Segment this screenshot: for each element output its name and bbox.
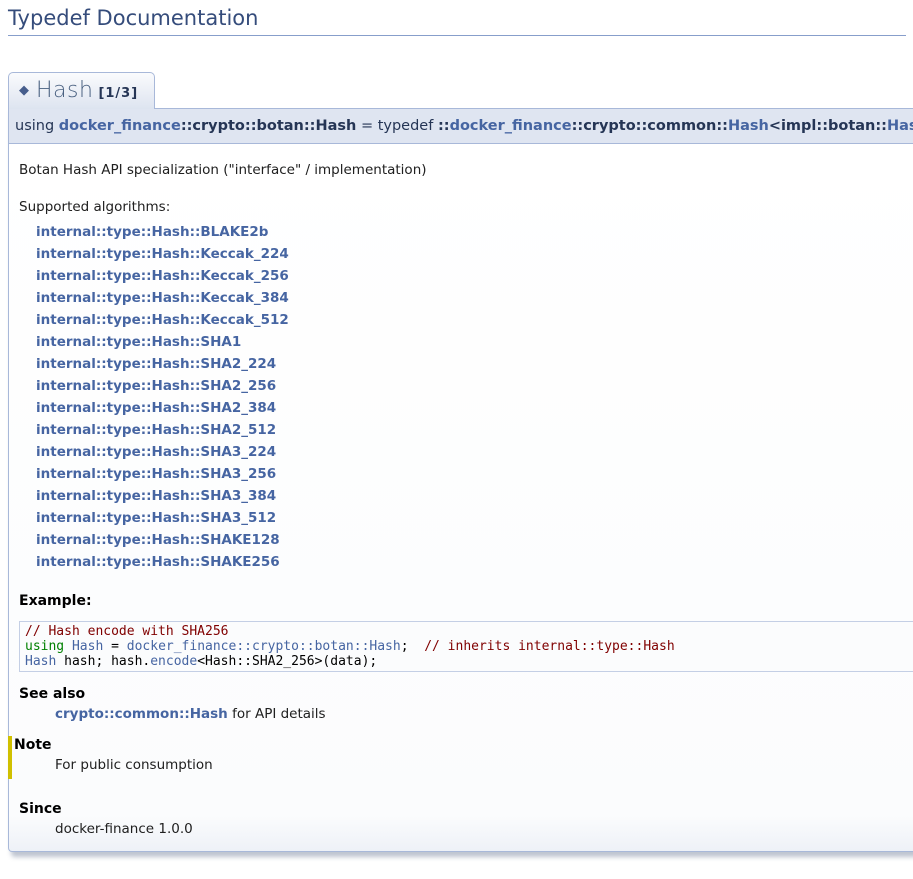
note-text: For public consumption bbox=[55, 757, 913, 773]
algorithm-link[interactable]: internal::type::Hash::Keccak_512 bbox=[36, 309, 913, 331]
since-label: Since bbox=[19, 801, 913, 817]
code-text bbox=[64, 639, 72, 654]
code-block: // Hash encode with SHA256using Hash = d… bbox=[19, 621, 913, 672]
algorithm-link[interactable]: internal::type::Hash::Keccak_224 bbox=[36, 243, 913, 265]
algorithm-link[interactable]: internal::type::Hash::SHA2_512 bbox=[36, 419, 913, 441]
algorithm-link[interactable]: internal::type::Hash::SHA2_384 bbox=[36, 397, 913, 419]
member-item-hash: ◆Hash[1/3] using docker_finance::crypto:… bbox=[8, 36, 913, 852]
algorithm-link[interactable]: internal::type::Hash::BLAKE2b bbox=[36, 221, 913, 243]
see-also-section: See also crypto::common::Hash for API de… bbox=[19, 686, 913, 722]
code-link[interactable]: Hash bbox=[25, 654, 56, 669]
see-also-entry: crypto::common::Hash for API details bbox=[55, 706, 913, 722]
proto-text: ::crypto::botan::Hash bbox=[181, 118, 357, 134]
code-text: <Hash::SHA2_256>(data); bbox=[197, 654, 377, 669]
proto-link[interactable]: docker_finance bbox=[59, 118, 181, 134]
algorithm-link[interactable]: internal::type::Hash::SHAKE128 bbox=[36, 529, 913, 551]
algorithm-link[interactable]: internal::type::Hash::SHA3_384 bbox=[36, 485, 913, 507]
see-also-label: See also bbox=[19, 686, 913, 702]
algorithm-link[interactable]: internal::type::Hash::SHA3_512 bbox=[36, 507, 913, 529]
since-section: Since docker-finance 1.0.0 bbox=[19, 801, 913, 837]
proto-link[interactable]: Hash bbox=[728, 118, 769, 134]
code-line: Hash hash; hash.encode<Hash::SHA2_256>(d… bbox=[25, 654, 913, 669]
code-link[interactable]: docker_finance::crypto::botan::Hash bbox=[127, 639, 401, 654]
example-section: Example: bbox=[19, 593, 913, 609]
code-link[interactable]: Hash bbox=[72, 639, 103, 654]
member-doc: Botan Hash API specialization ("interfac… bbox=[8, 144, 913, 852]
algorithm-link[interactable]: internal::type::Hash::SHA2_224 bbox=[36, 353, 913, 375]
note-label: Note bbox=[14, 737, 913, 753]
code-link[interactable]: encode bbox=[150, 654, 197, 669]
algorithm-link[interactable]: internal::type::Hash::SHA3_224 bbox=[36, 441, 913, 463]
member-body: using docker_finance::crypto::botan::Has… bbox=[8, 108, 913, 852]
algorithm-link[interactable]: internal::type::Hash::SHA2_256 bbox=[36, 375, 913, 397]
code-text: using bbox=[25, 639, 64, 654]
code-text: hash; hash. bbox=[56, 654, 150, 669]
algorithm-list: internal::type::Hash::BLAKE2binternal::t… bbox=[36, 221, 913, 573]
code-text: // Hash encode with SHA256 bbox=[25, 624, 229, 639]
code-text: // inherits internal::type::Hash bbox=[424, 639, 674, 654]
algorithm-link[interactable]: internal::type::Hash::Keccak_384 bbox=[36, 287, 913, 309]
page-title: Typedef Documentation bbox=[8, 6, 906, 36]
since-text: docker-finance 1.0.0 bbox=[55, 821, 913, 837]
documentation-content: Typedef Documentation ◆ Hash [1/3] using d… bbox=[8, 6, 913, 852]
anchor-diamond-icon[interactable]: ◆ bbox=[19, 83, 29, 98]
member-overload-badge: [1/3] bbox=[98, 86, 138, 101]
proto-text: = typedef bbox=[356, 118, 438, 134]
see-also-link[interactable]: crypto::common::Hash bbox=[55, 706, 228, 722]
proto-text: :: bbox=[438, 118, 450, 134]
code-text: = bbox=[103, 639, 126, 654]
note-section: Note For public consumption bbox=[8, 736, 913, 779]
algorithm-link[interactable]: internal::type::Hash::SHAKE256 bbox=[36, 551, 913, 573]
member-prototype: using docker_finance::crypto::botan::Has… bbox=[8, 108, 913, 144]
code-line: // Hash encode with SHA256 bbox=[25, 624, 913, 639]
example-label: Example: bbox=[19, 593, 913, 609]
code-line: using Hash = docker_finance::crypto::bot… bbox=[25, 639, 913, 654]
proto-text: <impl::botan:: bbox=[769, 118, 887, 134]
supported-algorithms-label: Supported algorithms: bbox=[19, 199, 913, 215]
see-also-text: for API details bbox=[228, 706, 326, 722]
algorithm-link[interactable]: internal::type::Hash::SHA3_256 bbox=[36, 463, 913, 485]
proto-text: ::crypto::common:: bbox=[572, 118, 728, 134]
proto-link[interactable]: docker_finance bbox=[450, 118, 572, 134]
proto-text: using bbox=[15, 118, 59, 134]
algorithm-link[interactable]: internal::type::Hash::Keccak_256 bbox=[36, 265, 913, 287]
proto-link[interactable]: Hash bbox=[887, 118, 913, 134]
algorithm-link[interactable]: internal::type::Hash::SHA1 bbox=[36, 331, 913, 353]
member-name: Hash bbox=[36, 78, 93, 103]
member-tab: ◆ Hash [1/3] bbox=[8, 72, 155, 109]
member-description: Botan Hash API specialization ("interfac… bbox=[19, 162, 913, 178]
code-text: ; bbox=[401, 639, 424, 654]
